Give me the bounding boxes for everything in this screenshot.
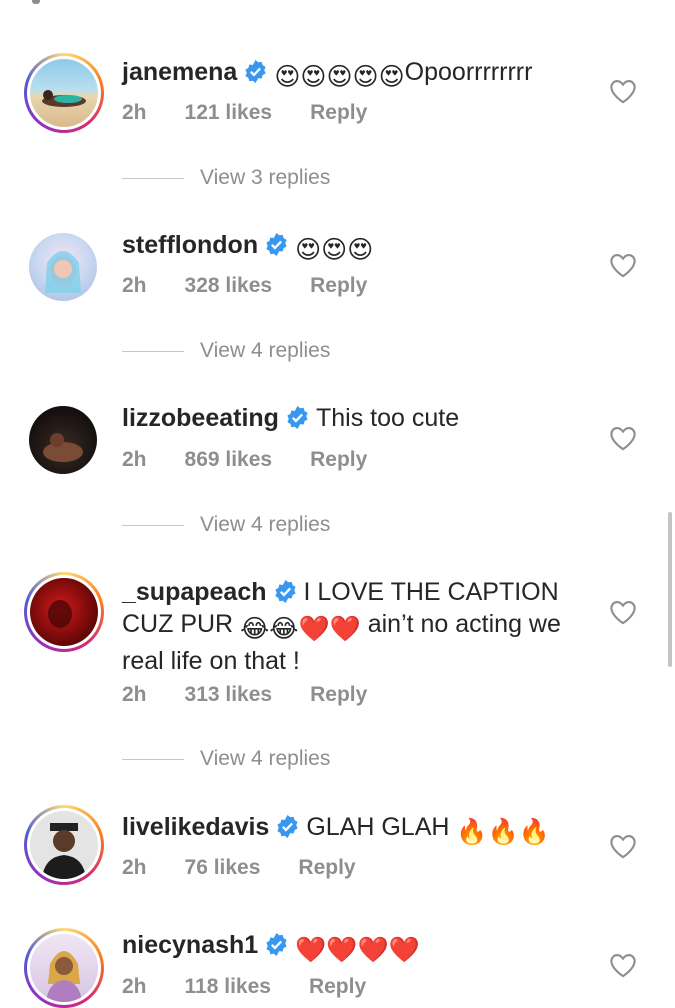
likes-count[interactable]: 869 likes (185, 448, 273, 471)
heart-outline-icon[interactable] (609, 833, 637, 859)
replies-divider (122, 758, 184, 760)
heart-outline-icon[interactable] (609, 425, 637, 451)
replies-divider (122, 524, 184, 526)
top-edge-indicator (32, 0, 40, 4)
view-replies-link[interactable]: View 3 replies (122, 166, 330, 190)
view-replies-label[interactable]: View 4 replies (200, 339, 330, 362)
timestamp: 2h (122, 856, 147, 879)
heart-outline-icon[interactable] (609, 599, 637, 625)
emoji-text: 😍😍😍😍😍 (274, 63, 405, 91)
avatar[interactable] (29, 233, 97, 301)
reply-button[interactable]: Reply (310, 448, 367, 471)
reply-button[interactable]: Reply (309, 975, 366, 998)
comment-meta: 2h 328 likes Reply (122, 274, 405, 298)
verified-badge-icon (277, 815, 298, 838)
view-replies-label[interactable]: View 4 replies (200, 513, 330, 536)
timestamp: 2h (122, 448, 147, 471)
likes-count[interactable]: 313 likes (185, 683, 273, 706)
comment-meta: 2h 313 likes Reply (122, 683, 405, 707)
comment-body: lizzobeeating This too cute (122, 402, 592, 434)
timestamp: 2h (122, 274, 147, 297)
avatar (30, 811, 98, 879)
username[interactable]: stefflondon (122, 231, 258, 259)
view-replies-label[interactable]: View 4 replies (200, 747, 330, 770)
verified-badge-icon (245, 60, 266, 83)
avatar-story-ring[interactable] (24, 928, 104, 1008)
comment-text-line2b: ain’t no acting we (367, 610, 561, 638)
comment-meta: 2h 118 likes Reply (122, 975, 404, 999)
emoji-text: ❤️❤️❤️❤️ (295, 936, 420, 964)
username[interactable]: niecynash1 (122, 931, 258, 959)
reply-button[interactable]: Reply (310, 274, 367, 297)
comment-text: GLAH GLAH (306, 813, 450, 841)
verified-badge-icon (266, 233, 287, 256)
emoji-text: 😂😂❤️❤️ (240, 615, 361, 643)
heart-outline-icon[interactable] (609, 952, 637, 978)
comment-body: livelikedavis GLAH GLAH 🔥🔥🔥 (122, 811, 592, 848)
emoji-text: 😍😍😍 (295, 236, 374, 264)
verified-badge-icon (287, 406, 308, 429)
reply-button[interactable]: Reply (310, 683, 367, 706)
comment-text: Opoorrrrrrrr (404, 58, 533, 86)
avatar (30, 59, 98, 127)
avatar-story-ring[interactable] (24, 572, 104, 652)
reply-button[interactable]: Reply (298, 856, 355, 879)
likes-count[interactable]: 118 likes (185, 975, 271, 998)
avatar[interactable] (29, 406, 97, 474)
view-replies-link[interactable]: View 4 replies (122, 747, 330, 771)
replies-divider (122, 177, 184, 179)
comment-text-line2a: CUZ PUR (122, 610, 234, 638)
view-replies-link[interactable]: View 4 replies (122, 513, 330, 537)
comment-text: This too cute (315, 404, 460, 432)
username[interactable]: livelikedavis (122, 813, 269, 841)
heart-outline-icon[interactable] (609, 252, 637, 278)
verified-badge-icon (266, 933, 287, 956)
likes-count[interactable]: 76 likes (185, 856, 261, 879)
avatar-story-ring[interactable] (24, 805, 104, 885)
view-replies-label[interactable]: View 3 replies (200, 166, 330, 189)
avatar (30, 578, 98, 646)
comment-body: janemena 😍😍😍😍😍Opoorrrrrrrr (122, 56, 592, 93)
comment-text-line3: real life on that ! (122, 647, 300, 675)
username[interactable]: _supapeach (122, 578, 267, 606)
avatar-story-ring[interactable] (24, 53, 104, 133)
comment-meta: 2h 121 likes Reply (122, 101, 405, 125)
heart-outline-icon[interactable] (609, 78, 637, 104)
verified-badge-icon (274, 580, 296, 603)
comment-meta: 2h 76 likes Reply (122, 856, 394, 880)
replies-divider (122, 350, 184, 352)
comment-body: _supapeach I LOVE THE CAPTION CUZ PUR 😂😂❤… (122, 576, 592, 677)
timestamp: 2h (122, 975, 147, 998)
timestamp: 2h (122, 101, 147, 124)
username[interactable]: lizzobeeating (122, 404, 279, 432)
likes-count[interactable]: 328 likes (185, 274, 273, 297)
scrollbar[interactable] (668, 512, 672, 667)
avatar (30, 934, 98, 1002)
comment-body: niecynash1 ❤️❤️❤️❤️ (122, 929, 592, 966)
comment-body: stefflondon 😍😍😍 (122, 229, 592, 266)
reply-button[interactable]: Reply (310, 101, 367, 124)
emoji-text: 🔥🔥🔥 (456, 818, 550, 846)
timestamp: 2h (122, 683, 147, 706)
view-replies-link[interactable]: View 4 replies (122, 339, 330, 363)
comment-text-line1: I LOVE THE CAPTION (303, 578, 559, 606)
likes-count[interactable]: 121 likes (185, 101, 273, 124)
username[interactable]: janemena (122, 58, 237, 86)
comment-meta: 2h 869 likes Reply (122, 448, 405, 472)
